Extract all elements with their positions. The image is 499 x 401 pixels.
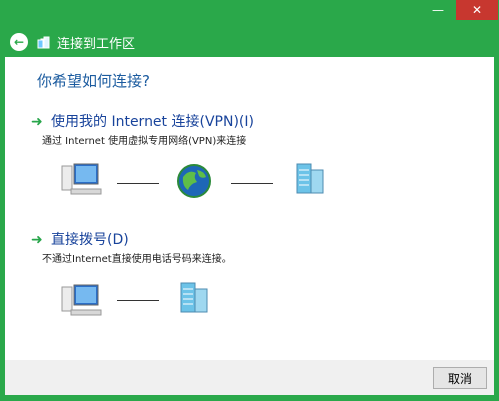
vpn-option-description: 通过 Internet 使用虚拟专用网络(VPN)来连接 (42, 136, 247, 147)
globe-icon (175, 162, 213, 200)
page-title: 连接到工作区 (57, 36, 136, 52)
dialup-option-title: 直接拨号(D) (51, 232, 129, 248)
back-icon: ← (13, 35, 25, 49)
cancel-button[interactable]: 取消 (433, 367, 487, 389)
arrow-icon: ➜ (31, 232, 43, 248)
connect-workplace-window: — ✕ ← 连接到工作区 你希望如何连接? ➜ 使用我的 Internet 连接… (0, 0, 499, 401)
arrow-icon: ➜ (31, 114, 43, 130)
computer-icon (57, 162, 103, 196)
dialup-option-description: 不通过Internet直接使用电话号码来连接。 (42, 254, 232, 265)
network-icon-svg (37, 36, 50, 48)
server-icon (174, 281, 214, 315)
connection-question: 你希望如何连接? (37, 72, 150, 90)
dialog-footer: 取消 (5, 360, 494, 395)
connection-line (117, 300, 159, 301)
main-content: 你希望如何连接? ➜ 使用我的 Internet 连接(VPN)(I) 通过 I… (5, 57, 494, 360)
server-icon (290, 162, 330, 196)
vpn-option-title: 使用我的 Internet 连接(VPN)(I) (51, 114, 254, 130)
connection-line (231, 183, 273, 184)
computer-icon (57, 283, 103, 317)
network-icon (36, 35, 51, 50)
titlebar: — ✕ (0, 0, 499, 26)
minimize-button[interactable]: — (424, 0, 452, 20)
connection-line (117, 183, 159, 184)
dialog-header: ← 连接到工作区 (5, 27, 494, 57)
close-button[interactable]: ✕ (456, 0, 498, 20)
back-button[interactable]: ← (10, 33, 28, 51)
